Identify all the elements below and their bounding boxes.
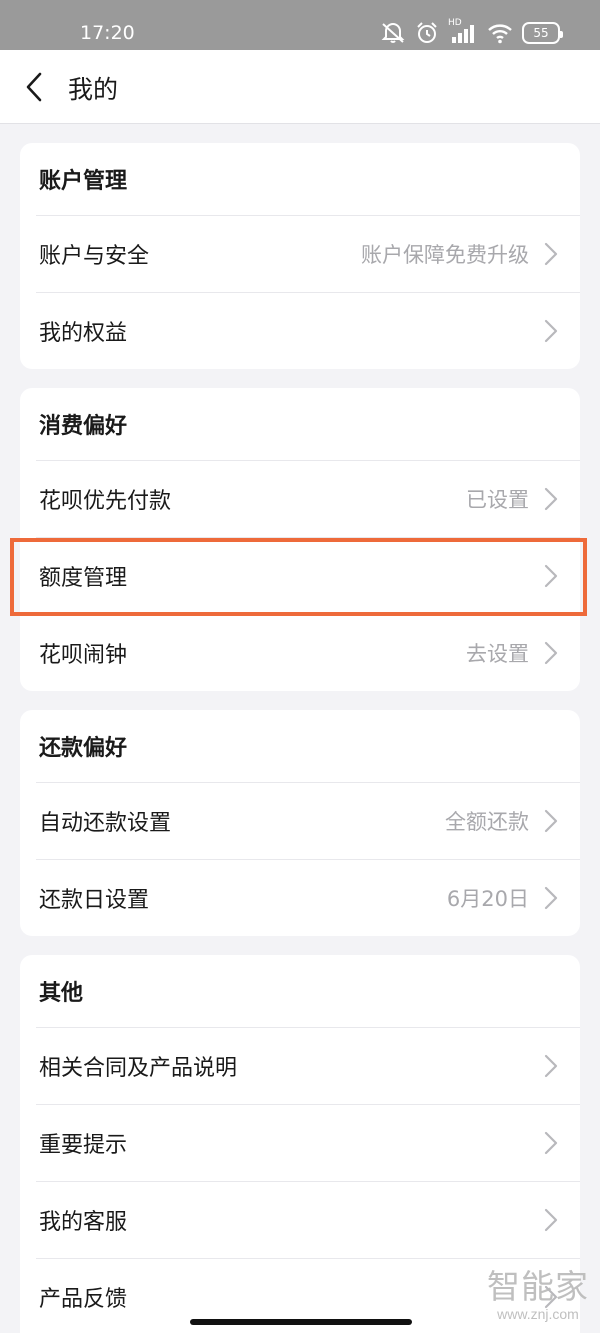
row-contracts[interactable]: 相关合同及产品说明 <box>36 1027 580 1104</box>
row-repay-day[interactable]: 还款日设置 6月20日 <box>36 859 580 936</box>
row-label: 我的客服 <box>39 1210 128 1235</box>
row-huabei-priority[interactable]: 花呗优先付款 已设置 <box>36 460 580 537</box>
status-bar: 17:20 HD 55 <box>0 0 600 50</box>
section-repayment: 还款偏好 自动还款设置 全额还款 还款日设置 6月20日 <box>20 710 580 936</box>
row-customer-service[interactable]: 我的客服 <box>36 1181 580 1258</box>
wifi-icon <box>488 24 512 44</box>
row-label: 自动还款设置 <box>39 811 172 836</box>
section-account: 账户管理 账户与安全 账户保障免费升级 我的权益 <box>20 143 580 369</box>
chevron-right-icon <box>544 1054 558 1078</box>
chevron-right-icon <box>544 319 558 343</box>
row-label: 花呗优先付款 <box>39 489 172 514</box>
section-title: 其他 <box>39 981 84 1006</box>
battery-icon: 55 <box>522 22 563 44</box>
row-huabei-alarm[interactable]: 花呗闹钟 去设置 <box>36 614 580 691</box>
page-title: 我的 <box>68 75 119 104</box>
row-my-benefits[interactable]: 我的权益 <box>36 292 580 369</box>
watermark-text: 智能家 <box>487 1267 589 1306</box>
row-label: 产品反馈 <box>39 1287 128 1312</box>
row-label: 重要提示 <box>39 1133 128 1158</box>
row-label: 还款日设置 <box>39 888 150 913</box>
row-value: 全额还款 <box>445 810 529 834</box>
signal-icon: HD <box>448 18 478 45</box>
section-title: 消费偏好 <box>39 414 128 439</box>
row-label: 额度管理 <box>39 566 128 591</box>
chevron-right-icon <box>544 1208 558 1232</box>
chevron-right-icon <box>544 242 558 266</box>
section-title: 账户管理 <box>39 169 128 194</box>
row-label: 相关合同及产品说明 <box>39 1056 238 1081</box>
watermark-url: www.znj.com <box>497 1306 579 1322</box>
row-auto-repay[interactable]: 自动还款设置 全额还款 <box>36 782 580 859</box>
chevron-right-icon <box>544 487 558 511</box>
chevron-right-icon <box>544 886 558 910</box>
status-time: 17:20 <box>80 22 135 44</box>
chevron-left-icon[interactable] <box>22 70 46 104</box>
row-value: 已设置 <box>466 488 529 512</box>
row-account-security[interactable]: 账户与安全 账户保障免费升级 <box>36 215 580 292</box>
row-value: 6月20日 <box>446 887 529 911</box>
watermark: 智能家 www.znj.com <box>486 1268 590 1328</box>
row-credit-limit[interactable]: 额度管理 <box>36 537 580 614</box>
row-label: 花呗闹钟 <box>39 643 128 668</box>
row-label: 账户与安全 <box>39 244 150 269</box>
chevron-right-icon <box>544 641 558 665</box>
chevron-right-icon <box>544 809 558 833</box>
home-indicator[interactable] <box>190 1319 412 1325</box>
row-value: 账户保障免费升级 <box>361 243 529 267</box>
battery-level: 55 <box>533 26 549 40</box>
mute-icon <box>381 23 405 43</box>
nav-bar: 我的 <box>0 50 600 124</box>
section-spending: 消费偏好 花呗优先付款 已设置 额度管理 花呗闹钟 去设置 <box>20 388 580 691</box>
chevron-right-icon <box>544 1131 558 1155</box>
row-value: 去设置 <box>466 642 529 666</box>
status-icons: HD 55 <box>380 18 563 46</box>
row-important-notice[interactable]: 重要提示 <box>36 1104 580 1181</box>
chevron-right-icon <box>544 564 558 588</box>
alarm-icon <box>417 22 437 43</box>
section-title: 还款偏好 <box>39 736 128 761</box>
row-label: 我的权益 <box>39 321 128 346</box>
